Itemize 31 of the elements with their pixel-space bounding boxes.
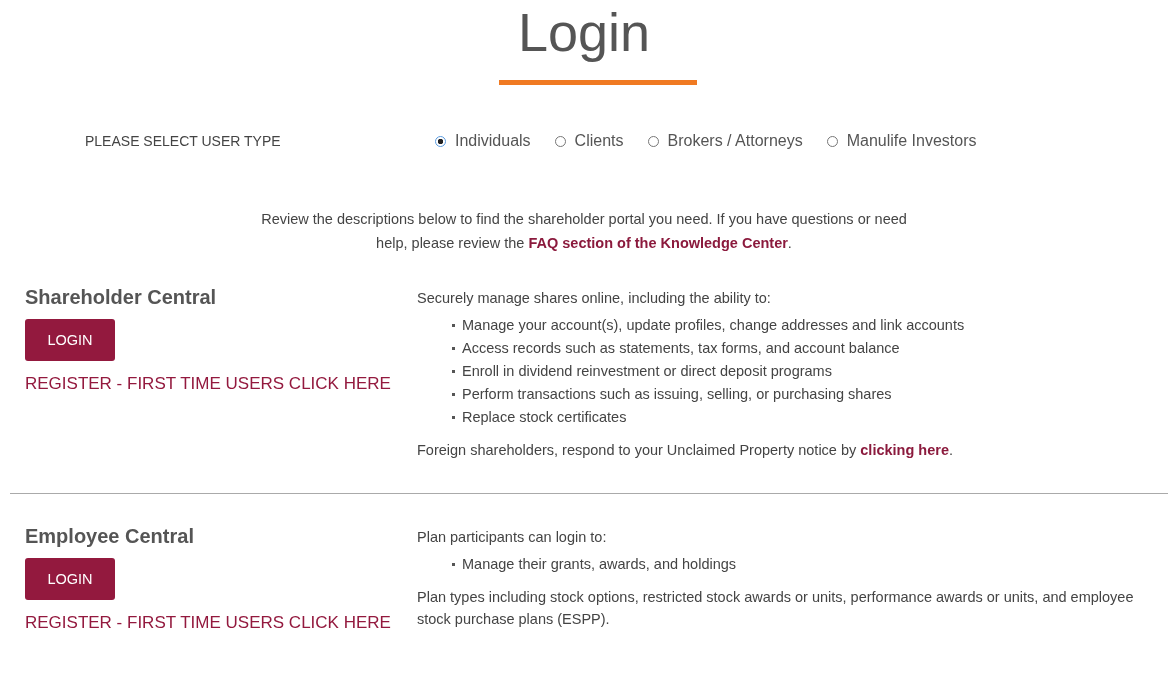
feature-text: Enroll in dividend reinvestment or direct deposit programs [462,362,832,381]
faq-link[interactable]: FAQ section of the Knowledge Center [528,235,788,251]
bullet-icon [452,563,455,566]
note-text: Plan types including stock options, restricted stock awards or units, performance awards or units, and employee stock purchase plans (ESPP). [417,588,1135,629]
bullet-icon [452,416,455,419]
intro-text: Review the descriptions below to find the shareholder portal you need. If you have questions or need help, please review the FAQ section of the Knowledge Center. [260,210,908,253]
page-title: Login [517,1,651,62]
user-type-label: PLEASE SELECT USER TYPE [85,133,282,149]
user-type-radio[interactable]: Manulife Investors [826,132,977,150]
register-link[interactable]: REGISTER - FIRST TIME USERS CLICK HERE [25,374,391,394]
feature-text: Access records such as statements, tax forms, and account balance [462,339,900,358]
bullet-icon [452,370,455,373]
login-button[interactable]: LOGIN [25,319,115,361]
section-heading: Employee Central [25,524,194,548]
feature-text: Perform transactions such as issuing, selling, or purchasing shares [462,385,892,404]
section-heading: Shareholder Central [25,285,217,309]
note-text: Foreign shareholders, respond to your Unclaimed Property notice by clicking here. [417,441,954,460]
register-link[interactable]: REGISTER - FIRST TIME USERS CLICK HERE [25,613,391,633]
feature-text: Manage your account(s), update profiles, change addresses and link accounts [462,316,965,335]
description-text: Securely manage shares online, including the ability to: [417,290,772,306]
clicking-here-link[interactable]: clicking here [860,442,949,458]
bullet-icon [452,347,455,350]
feature-text: Manage their grants, awards, and holdings [462,555,737,574]
bullet-icon [452,393,455,396]
user-type-radio[interactable]: Brokers / Attorneys [647,132,803,150]
feature-text: Replace stock certificates [462,408,627,427]
bullet-icon [452,324,455,327]
description-text: Plan participants can login to: [417,529,608,545]
user-type-radio[interactable]: Individuals [435,132,531,150]
login-button[interactable]: LOGIN [25,558,115,600]
user-type-radio[interactable]: Clients [554,132,624,150]
